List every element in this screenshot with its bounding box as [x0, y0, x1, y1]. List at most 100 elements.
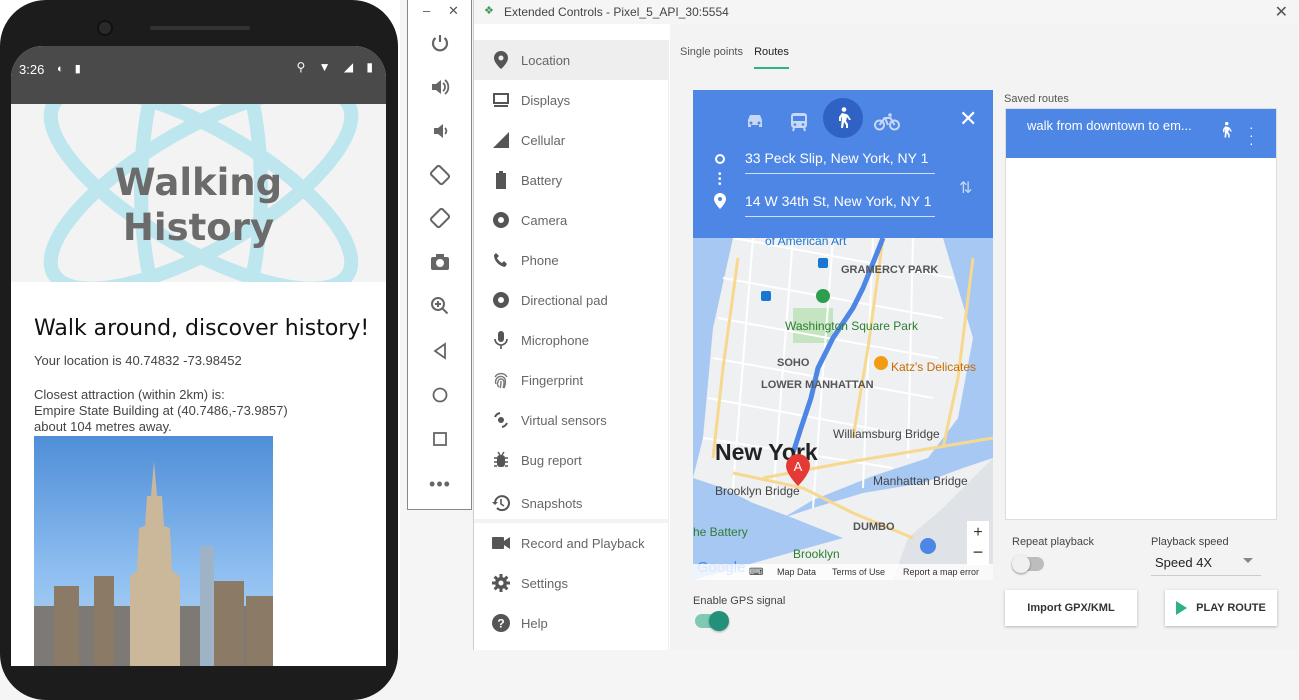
gps-signal-toggle[interactable] — [695, 611, 729, 631]
nav-item-record-and-playback[interactable]: Record and Playback — [474, 523, 669, 563]
window-title: Extended Controls - Pixel_5_API_30:5554 — [504, 5, 729, 19]
chevron-down-icon — [1243, 558, 1253, 563]
gear-icon — [490, 572, 512, 594]
map-canvas[interactable]: GRAMERCY PARK Washington Square Park SOH… — [693, 234, 993, 580]
origin-dot-icon — [715, 154, 725, 164]
nav-label: Virtual sensors — [521, 412, 607, 428]
rotate-right-icon[interactable] — [426, 204, 454, 232]
app-title-line2: History — [122, 206, 275, 249]
keyboard-icon: ⌨ — [749, 567, 764, 578]
page-heading: Walk around, discover history! — [34, 316, 370, 341]
window-close-icon[interactable]: ✕ — [1275, 2, 1288, 22]
repeat-playback-toggle[interactable] — [1012, 555, 1044, 573]
back-icon[interactable] — [426, 337, 454, 365]
transit-mode-icon[interactable] — [781, 104, 817, 140]
nav-item-battery[interactable]: Battery — [474, 160, 669, 200]
play-route-button[interactable]: PLAY ROUTE — [1165, 590, 1277, 626]
nav-item-camera[interactable]: Camera — [474, 200, 669, 240]
nav-label: Camera — [521, 212, 568, 228]
nav-item-location[interactable]: Location — [474, 40, 669, 80]
map-label-manhattan-bridge: Manhattan Bridge — [873, 474, 968, 488]
zoom-icon[interactable] — [426, 292, 454, 320]
map-label-brooklyn: Brooklyn — [793, 547, 840, 561]
map-drawing: GRAMERCY PARK Washington Square Park SOH… — [693, 234, 993, 580]
map-label-williamsburg: Williamsburg Bridge — [833, 427, 940, 441]
nav-item-settings[interactable]: Settings — [474, 563, 669, 603]
app-title: Walking History — [11, 160, 386, 250]
close-directions-icon[interactable]: ✕ — [959, 106, 977, 132]
volume-up-icon[interactable] — [426, 73, 454, 101]
overview-icon[interactable] — [426, 425, 454, 453]
origin-field[interactable]: 33 Peck Slip, New York, NY 1 — [745, 150, 935, 174]
saved-route-item[interactable]: walk from downtown to em... · · · — [1006, 109, 1276, 158]
nav-item-phone[interactable]: Phone — [474, 240, 669, 280]
nav-item-help[interactable]: ? Help — [474, 603, 669, 643]
more-vert-icon[interactable]: · · · — [1249, 120, 1254, 150]
help-icon: ? — [490, 612, 512, 634]
fingerprint-icon — [490, 369, 512, 391]
walk-mode-icon[interactable] — [823, 98, 863, 138]
import-gpx-label: Import GPX/KML — [1027, 602, 1115, 614]
playback-speed-select[interactable]: Speed 4X — [1151, 550, 1261, 576]
nav-item-microphone[interactable]: Microphone — [474, 320, 669, 360]
nav-label: Help — [521, 615, 548, 631]
nav-label: Phone — [521, 252, 559, 268]
android-studio-logo-icon: ❖ — [484, 5, 494, 17]
nav-item-directional-pad[interactable]: Directional pad — [474, 280, 669, 320]
front-camera — [97, 20, 113, 36]
nav-label: Bug report — [521, 452, 582, 468]
route-dots-icon: • • • — [718, 169, 722, 190]
nav-label: Microphone — [521, 332, 589, 348]
extended-controls-window: ❖ Extended Controls - Pixel_5_API_30:555… — [473, 0, 1299, 650]
map-data-link[interactable]: Map Data — [777, 567, 816, 577]
map-footer: ⌨ Map Data Terms of Use Report a map err… — [693, 564, 993, 580]
nav-item-snapshots[interactable]: Snapshots — [474, 483, 669, 523]
gps-signal-label: Enable GPS signal — [693, 595, 786, 607]
tab-routes[interactable]: Routes — [754, 46, 789, 69]
home-icon[interactable] — [426, 381, 454, 409]
report-error-link[interactable]: Report a map error — [903, 567, 979, 577]
nav-item-bug-report[interactable]: Bug report — [474, 440, 669, 480]
display-icon — [490, 89, 512, 111]
phone-emulator: 3:26 ◐ ▮ ⚲ ▼ ◢ ▮ Walking History Walk ar… — [0, 0, 400, 700]
import-gpx-button[interactable]: Import GPX/KML — [1005, 590, 1137, 626]
bike-mode-icon[interactable] — [869, 104, 905, 140]
distance-text: about 104 metres away. — [34, 419, 172, 434]
playback-speed-value: Speed 4X — [1155, 555, 1213, 570]
attraction-photo — [34, 436, 273, 666]
terms-link[interactable]: Terms of Use — [832, 567, 885, 577]
swap-icon[interactable]: ⇅ — [959, 178, 972, 198]
play-icon — [1176, 601, 1188, 615]
close-icon[interactable]: ✕ — [448, 3, 459, 19]
minimize-icon[interactable]: – — [423, 3, 430, 18]
phone-screen[interactable]: 3:26 ◐ ▮ ⚲ ▼ ◢ ▮ Walking History Walk ar… — [11, 46, 386, 666]
destination-field[interactable]: 14 W 34th St, New York, NY 1 — [745, 193, 935, 217]
video-icon — [490, 532, 512, 554]
saved-routes-list: walk from downtown to em... · · · — [1005, 108, 1277, 520]
nav-label: Cellular — [521, 132, 566, 148]
power-icon[interactable] — [426, 29, 454, 57]
nav-item-displays[interactable]: Displays — [474, 80, 669, 120]
saved-routes-label: Saved routes — [1004, 93, 1069, 105]
volume-down-icon[interactable] — [426, 117, 454, 145]
camera-icon — [490, 209, 512, 231]
emulator-toolbar: – ✕ ••• — [407, 0, 472, 510]
car-mode-icon[interactable] — [737, 104, 773, 140]
location-text: Your location is 40.74832 -73.98452 — [34, 353, 242, 368]
nav-item-cellular[interactable]: Cellular — [474, 120, 669, 160]
screenshot-icon[interactable] — [426, 248, 454, 276]
more-icon[interactable]: ••• — [426, 470, 454, 498]
route-map[interactable]: ✕ • • • 33 Peck Slip, New York, NY 1 14 W … — [693, 90, 993, 580]
nav-item-fingerprint[interactable]: Fingerprint — [474, 360, 669, 400]
rotate-left-icon[interactable] — [426, 161, 454, 189]
nav-label: Settings — [521, 575, 568, 591]
tab-single-points[interactable]: Single points — [680, 46, 743, 67]
nav-item-virtual-sensors[interactable]: Virtual sensors — [474, 400, 669, 440]
saved-route-name: walk from downtown to em... — [1027, 118, 1192, 133]
phone-icon — [490, 249, 512, 271]
svg-text:?: ? — [497, 617, 504, 631]
app-title-line1: Walking — [114, 161, 283, 204]
svg-text:−: − — [973, 542, 984, 562]
battery-icon — [490, 169, 512, 191]
status-icons: ⚲ ▼ ◢ ▮ — [296, 60, 378, 74]
